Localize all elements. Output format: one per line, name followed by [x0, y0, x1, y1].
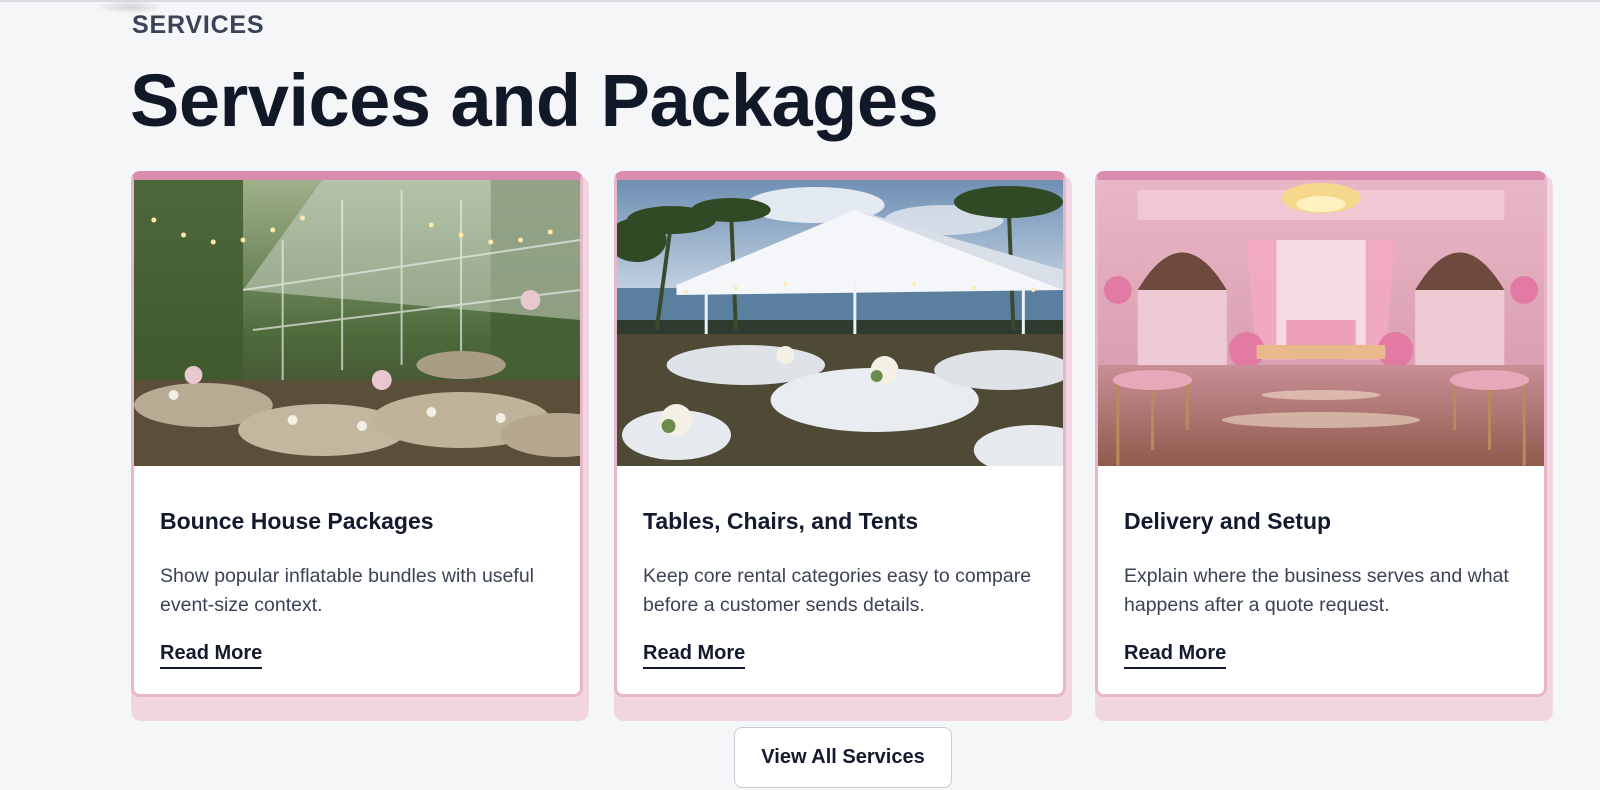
section-eyebrow: SERVICES: [132, 11, 265, 39]
greenhouse-garden-event-photo: [134, 180, 580, 466]
service-card: Bounce House Packages Show popular infla…: [131, 171, 583, 697]
read-more-link[interactable]: Read More: [643, 642, 746, 669]
read-more-link[interactable]: Read More: [160, 642, 263, 669]
card-description: Explain where the business serves and wh…: [1124, 565, 1509, 616]
card-description: Keep core rental categories easy to comp…: [643, 565, 1032, 616]
card-title: Bounce House Packages: [160, 508, 434, 534]
read-more-link[interactable]: Read More: [1124, 642, 1227, 669]
card-title: Delivery and Setup: [1124, 508, 1332, 534]
view-all-services-button[interactable]: View All Services: [734, 727, 952, 788]
top-divider: [0, 0, 1600, 2]
section-title: Services and Packages: [130, 59, 939, 142]
card-description: Show popular inflatable bundles with use…: [160, 565, 534, 616]
service-card: Delivery and Setup Explain where the bus…: [1095, 171, 1547, 697]
pink-ballroom-photo: [1098, 180, 1544, 466]
card-title: Tables, Chairs, and Tents: [643, 508, 919, 534]
beach-tent-reception-photo: [617, 180, 1063, 466]
service-card: Tables, Chairs, and Tents Keep core rent…: [614, 171, 1066, 697]
